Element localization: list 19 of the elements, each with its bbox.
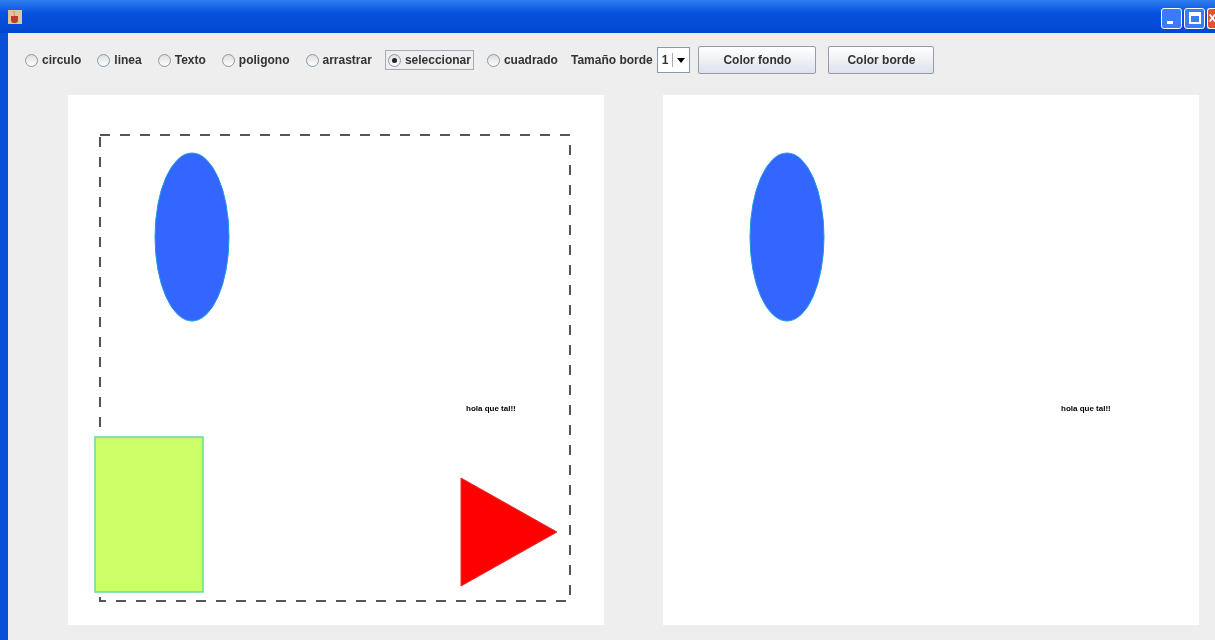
color-button[interactable]: Color fondo <box>698 46 817 74</box>
mode-radio[interactable]: linea <box>94 50 145 70</box>
maximize-button[interactable] <box>1184 7 1205 29</box>
mode-radio[interactable]: Texto <box>154 50 209 70</box>
mode-radio[interactable]: seleccionar <box>384 50 474 70</box>
border-size-dropdown[interactable]: 1 <box>656 47 691 73</box>
close-button[interactable] <box>1207 7 1215 29</box>
mode-radio[interactable]: circulo <box>22 50 85 70</box>
canvas-text: hola que tal!! <box>1061 404 1111 413</box>
caret-icon <box>677 57 686 63</box>
mode-radio[interactable]: arrastrar <box>302 50 375 70</box>
canvas-text: hola que tal!! <box>466 404 516 413</box>
mode-radio[interactable]: cuadrado <box>483 50 561 70</box>
color-button[interactable]: Color borde <box>828 46 935 74</box>
minimize-icon <box>1166 20 1173 24</box>
border-size-label: Tamaño borde <box>570 53 653 67</box>
java-cup-icon <box>8 9 22 24</box>
minimize-button[interactable] <box>1161 7 1182 29</box>
mode-radio[interactable]: poligono <box>218 50 293 70</box>
